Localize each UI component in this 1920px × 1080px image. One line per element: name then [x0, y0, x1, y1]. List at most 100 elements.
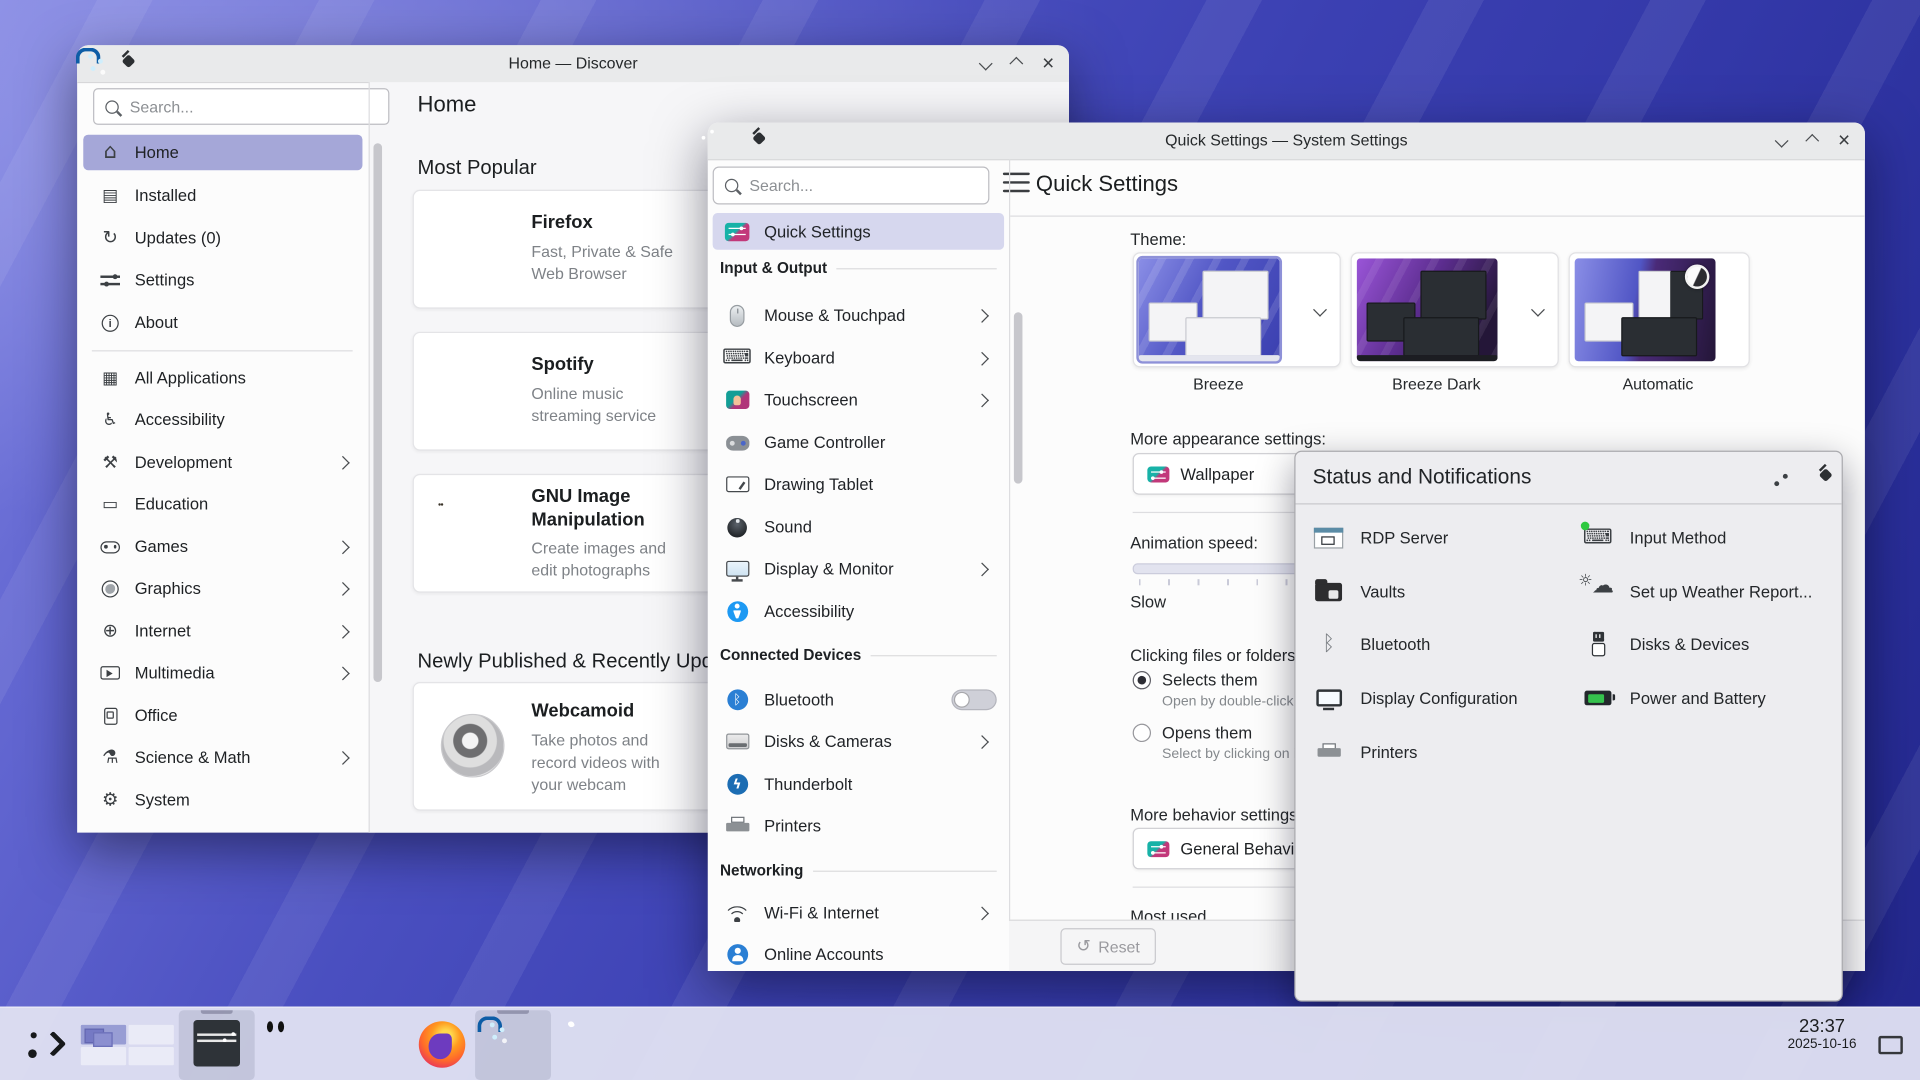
theme-variant-dropdown[interactable]: [1305, 258, 1334, 361]
sidebar-item-education[interactable]: Education: [83, 486, 362, 522]
settings-scrollbar[interactable]: [1014, 312, 1023, 483]
show-desktop-button[interactable]: [1878, 1036, 1902, 1054]
digital-clock[interactable]: 23:37 2025-10-16: [1773, 1018, 1871, 1054]
sidebar-item-label: Wi-Fi & Internet: [764, 904, 879, 922]
reset-button[interactable]: Reset: [1060, 928, 1156, 965]
discover-search-input[interactable]: [127, 96, 377, 117]
app-launcher-icon[interactable]: [24, 1022, 68, 1066]
sidebar-item-home[interactable]: Home: [83, 135, 362, 171]
general-behavior-icon: [1147, 841, 1169, 857]
pager-desktop-1[interactable]: [81, 1025, 126, 1044]
sidebar-item-bluetooth[interactable]: Bluetooth: [713, 683, 1004, 716]
virtual-desktop-pager[interactable]: [81, 1025, 174, 1065]
section-header-networking: Networking: [720, 862, 997, 879]
accessibility-icon: [725, 601, 749, 622]
popup-item-vaults[interactable]: Vaults: [1313, 574, 1405, 608]
weather-icon: ☼☁: [1582, 580, 1614, 603]
popup-divider: [1296, 503, 1842, 504]
bluetooth-toggle[interactable]: [951, 689, 996, 710]
sidebar-item-game-controller[interactable]: Game Controller: [713, 426, 1004, 459]
sidebar-item-internet[interactable]: Internet: [83, 613, 362, 649]
radio-sublabel: Open by double-click: [1162, 694, 1294, 709]
sidebar-item-touchscreen[interactable]: Touchscreen: [713, 383, 1004, 416]
settings-search[interactable]: [713, 167, 990, 205]
popup-item-power-battery[interactable]: Power and Battery: [1582, 681, 1766, 715]
sidebar-item-label: Installed: [135, 186, 197, 204]
sidebar-item-installed[interactable]: Installed: [83, 178, 362, 214]
system-icon: [99, 791, 121, 809]
maximize-icon[interactable]: [1009, 57, 1023, 71]
sidebar-item-wifi-internet[interactable]: Wi-Fi & Internet: [713, 896, 1004, 929]
radio-selects-them[interactable]: [1133, 671, 1151, 689]
pager-desktop-3[interactable]: [81, 1046, 126, 1065]
system-settings-titlebar[interactable]: Quick Settings — System Settings: [708, 122, 1865, 160]
sidebar-item-system[interactable]: System: [83, 782, 362, 818]
sidebar-item-display-monitor[interactable]: Display & Monitor: [713, 552, 1004, 585]
popup-item-printers[interactable]: Printers: [1313, 735, 1418, 769]
popup-item-weather[interactable]: ☼☁ Set up Weather Report...: [1582, 574, 1812, 608]
system-settings-task-icon[interactable]: [193, 1020, 240, 1067]
app-card-desc: record videos with: [531, 753, 659, 771]
theme-option-automatic[interactable]: [1569, 252, 1750, 367]
printer-icon: [725, 817, 749, 835]
slider-slow-label: Slow: [1130, 593, 1166, 611]
sidebar-item-label: Touchscreen: [764, 391, 858, 409]
sidebar-item-about[interactable]: About: [83, 305, 362, 341]
sidebar-item-online-accounts[interactable]: Online Accounts: [713, 938, 1004, 971]
popup-item-rdp-server[interactable]: RDP Server: [1313, 520, 1449, 554]
popup-item-display-configuration[interactable]: Display Configuration: [1313, 681, 1518, 715]
theme-option-breeze[interactable]: [1133, 252, 1341, 367]
firefox-task-icon[interactable]: [419, 1021, 466, 1068]
sidebar-item-development[interactable]: Development: [83, 444, 362, 480]
discover-search[interactable]: [93, 88, 389, 125]
radio-label: Opens them: [1162, 724, 1252, 742]
all-applications-icon: [99, 369, 121, 386]
theme-variant-dropdown[interactable]: [1523, 258, 1552, 361]
radio-opens-them[interactable]: [1133, 724, 1151, 742]
sidebar-item-drawing-tablet[interactable]: Drawing Tablet: [713, 468, 1004, 501]
sidebar-item-accessibility[interactable]: Accessibility: [83, 402, 362, 438]
minimize-icon[interactable]: [1775, 134, 1789, 148]
hamburger-menu-icon[interactable]: [1003, 173, 1030, 195]
sidebar-item-disks-cameras[interactable]: Disks & Cameras: [713, 725, 1004, 758]
sidebar-item-thunderbolt[interactable]: Thunderbolt: [713, 768, 1004, 801]
sidebar-item-graphics[interactable]: Graphics: [83, 571, 362, 607]
sidebar-item-office[interactable]: Office: [83, 698, 362, 734]
discover-scrollbar[interactable]: [373, 143, 382, 682]
settings-search-input[interactable]: [747, 175, 977, 196]
popup-item-bluetooth[interactable]: ᛒ Bluetooth: [1313, 627, 1431, 661]
minimize-icon[interactable]: [979, 57, 993, 71]
sidebar-item-quick-settings[interactable]: Quick Settings: [713, 213, 1004, 250]
sidebar-item-printers[interactable]: Printers: [713, 809, 1004, 842]
sidebar-item-settings[interactable]: Settings: [83, 262, 362, 298]
pager-desktop-2[interactable]: [129, 1025, 174, 1044]
sidebar-item-multimedia[interactable]: Multimedia: [83, 655, 362, 691]
sidebar-item-updates[interactable]: Updates (0): [83, 220, 362, 256]
clock-date: 2025-10-16: [1788, 1037, 1857, 1053]
sidebar-item-sound[interactable]: Sound: [713, 511, 1004, 544]
sidebar-item-science-math[interactable]: Science & Math: [83, 740, 362, 776]
sidebar-item-keyboard[interactable]: Keyboard: [713, 342, 1004, 375]
discover-titlebar[interactable]: Home — Discover: [77, 45, 1069, 83]
sidebar-item-games[interactable]: Games: [83, 529, 362, 565]
info-icon: [99, 314, 121, 331]
accessibility-icon: [99, 411, 121, 428]
maximize-icon[interactable]: [1805, 134, 1819, 148]
sidebar-item-accessibility[interactable]: Accessibility: [713, 595, 1004, 628]
sidebar-item-mouse-touchpad[interactable]: Mouse & Touchpad: [713, 299, 1004, 332]
close-icon[interactable]: [1042, 52, 1054, 75]
close-icon[interactable]: [1838, 129, 1850, 152]
popup-item-disks-devices[interactable]: Disks & Devices: [1582, 627, 1749, 661]
sidebar-item-all-applications[interactable]: All Applications: [83, 360, 362, 396]
popup-item-label: Bluetooth: [1360, 635, 1430, 653]
popup-item-input-method[interactable]: Input Method: [1582, 520, 1726, 554]
game-controller-icon: [725, 435, 749, 450]
wallpaper-icon: [1147, 466, 1169, 482]
development-icon: [99, 454, 121, 471]
chevron-right-icon: [975, 308, 989, 322]
radio-sublabel: Select by clicking on i: [1162, 747, 1297, 762]
pager-desktop-4[interactable]: [129, 1046, 174, 1065]
keyboard-icon: [725, 348, 749, 369]
theme-option-breeze-dark[interactable]: [1351, 252, 1559, 367]
sidebar-divider: [1009, 159, 1010, 971]
